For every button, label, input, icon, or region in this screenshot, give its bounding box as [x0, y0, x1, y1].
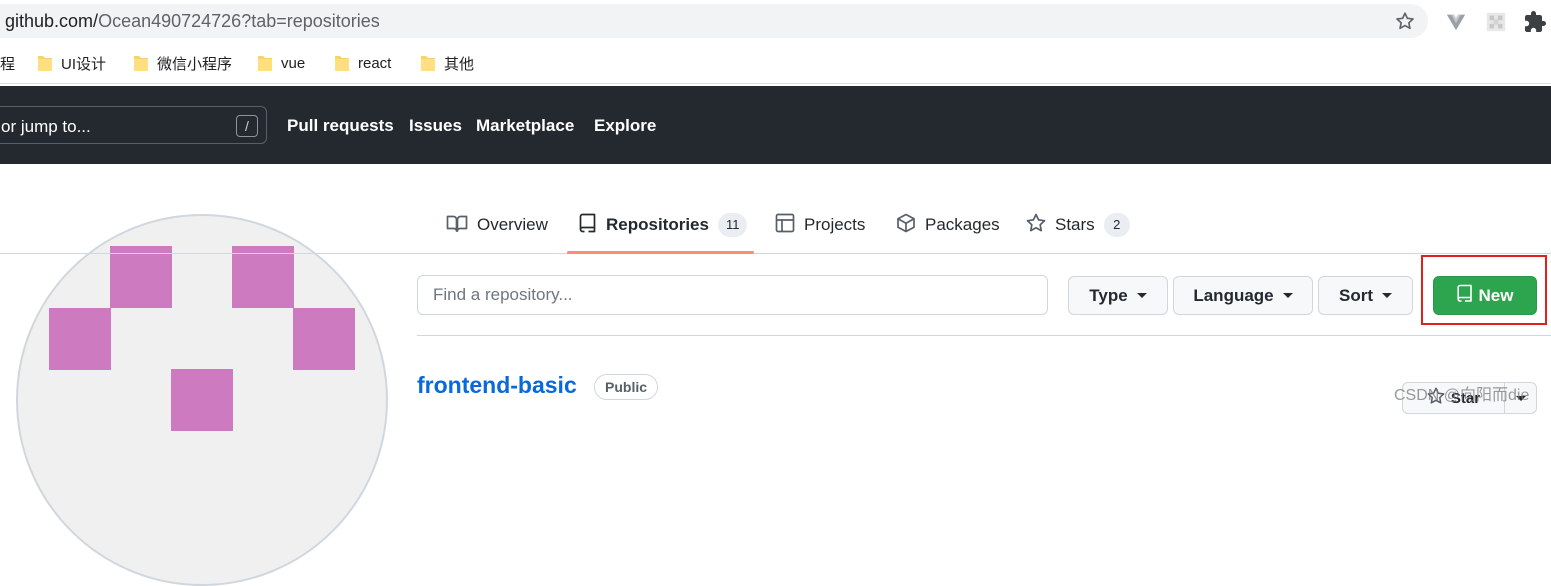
url-path: Ocean490724726?tab=repositories: [98, 11, 380, 31]
active-tab-underline: [567, 251, 754, 254]
nav-pull-requests[interactable]: Pull requests: [287, 116, 394, 136]
package-icon: [896, 213, 916, 238]
folder-icon: [133, 54, 149, 72]
tab-label: Repositories: [606, 215, 709, 234]
bookmark-label: 其他: [444, 55, 475, 73]
search-shortcut-key: /: [236, 115, 258, 137]
star-icon: [1026, 213, 1046, 238]
vue-devtools-icon[interactable]: [1445, 11, 1467, 33]
bookmark-label: 程: [0, 55, 16, 73]
sort-filter-button[interactable]: Sort: [1318, 276, 1413, 315]
avatar-pixel: [293, 308, 355, 370]
watermark-text: CSDN @向阳而die: [1394, 387, 1530, 404]
avatar-pixel: [49, 308, 111, 370]
chevron-down-icon: [1136, 293, 1147, 298]
global-search-input[interactable]: or jump to... /: [0, 106, 267, 144]
repo-icon: [1456, 284, 1473, 307]
sort-filter-label: Sort: [1339, 285, 1373, 305]
tab-label: Packages: [925, 215, 1000, 234]
browser-address-bar: github.com/Ocean490724726?tab=repositori…: [0, 0, 1551, 42]
bookmark-folder-react[interactable]: react: [334, 52, 391, 74]
bookmark-folder-vue[interactable]: vue: [257, 52, 305, 74]
bookmark-star-icon[interactable]: [1394, 10, 1416, 32]
avatar-pixel: [232, 246, 294, 308]
bookmark-label: UI设计: [61, 55, 107, 73]
avatar-pixel: [110, 246, 172, 308]
url-host: github.com/: [5, 11, 99, 31]
list-divider: [417, 335, 1551, 336]
language-filter-button[interactable]: Language: [1173, 276, 1313, 315]
language-filter-label: Language: [1193, 285, 1274, 305]
table-icon: [775, 213, 795, 238]
bookmark-label: 微信小程序: [157, 55, 233, 73]
chevron-down-icon: [1382, 293, 1392, 298]
extension-grid-icon[interactable]: [1485, 11, 1507, 33]
chevron-down-icon: [1282, 293, 1293, 298]
book-icon: [446, 213, 468, 238]
folder-icon: [37, 54, 53, 72]
folder-icon: [334, 54, 350, 72]
nav-explore[interactable]: Explore: [594, 116, 656, 136]
github-header: or jump to... / Pull requests Issues Mar…: [0, 86, 1551, 164]
tab-repositories[interactable]: Repositories 11: [579, 212, 748, 238]
new-repository-button[interactable]: New: [1433, 276, 1537, 315]
tabs-divider: [0, 253, 1551, 254]
bookmark-folder-ui[interactable]: UI设计: [37, 52, 106, 74]
type-filter-label: Type: [1089, 285, 1128, 305]
visibility-badge: Public: [594, 374, 659, 400]
tab-projects[interactable]: Projects: [775, 212, 865, 238]
stars-count-badge: 2: [1103, 213, 1130, 237]
type-filter-button[interactable]: Type: [1068, 276, 1168, 315]
find-repository-input[interactable]: [417, 275, 1048, 315]
new-button-label: New: [1478, 285, 1514, 305]
nav-marketplace[interactable]: Marketplace: [476, 116, 574, 136]
tab-label: Overview: [477, 215, 548, 234]
bookmark-folder-other[interactable]: 其他: [420, 52, 474, 74]
avatar[interactable]: [16, 214, 388, 586]
tab-label: Projects: [804, 215, 866, 234]
tab-packages[interactable]: Packages: [896, 212, 1000, 238]
folder-icon: [257, 54, 273, 72]
search-placeholder: or jump to...: [1, 117, 91, 136]
bookmark-item[interactable]: 程: [0, 52, 15, 74]
bookmark-label: react: [358, 54, 392, 72]
avatar-pixel: [171, 369, 233, 431]
folder-icon: [420, 54, 436, 72]
url-text[interactable]: github.com/Ocean490724726?tab=repositori…: [5, 11, 380, 32]
tab-stars[interactable]: Stars 2: [1026, 212, 1130, 238]
bookmark-label: vue: [281, 54, 306, 72]
puzzle-extension-icon[interactable]: [1523, 10, 1547, 34]
tab-label: Stars: [1055, 215, 1095, 234]
repo-link[interactable]: frontend-basic: [417, 372, 577, 399]
nav-issues[interactable]: Issues: [409, 116, 462, 136]
bookmarks-bar: 程 UI设计 微信小程序 vue react 其他: [0, 42, 1551, 84]
repositories-count-badge: 11: [717, 213, 748, 237]
tab-overview[interactable]: Overview: [446, 212, 548, 238]
repo-icon: [579, 213, 597, 238]
bookmark-folder-wechat[interactable]: 微信小程序: [133, 52, 232, 74]
